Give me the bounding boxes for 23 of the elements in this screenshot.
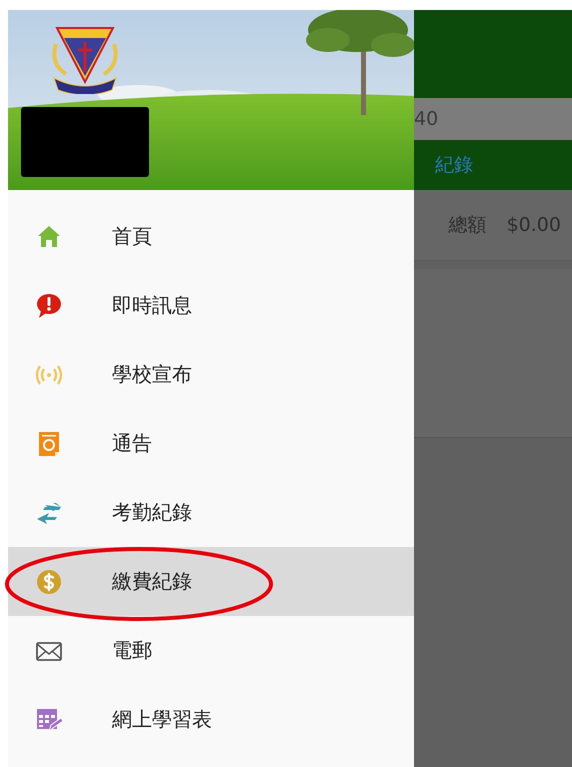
menu-label: 網上學習表 (112, 706, 212, 733)
menu-item[interactable]: 學校宣布 (8, 340, 414, 409)
menu-label: 繳費紀錄 (112, 568, 192, 595)
menu-label: 通告 (112, 430, 152, 457)
alert-bubble-icon (35, 292, 63, 320)
menu-item[interactable]: 即時訊息 (8, 271, 414, 340)
dollar-coin-icon (35, 568, 63, 596)
total-label: 總額 (448, 213, 487, 238)
total-value: $0.00 (506, 214, 561, 236)
menu-item[interactable]: 繳費紀錄 (8, 547, 414, 616)
field-value: 40 (414, 108, 438, 130)
menu-item[interactable]: 通告 (8, 409, 414, 478)
menu-label: 考勤紀錄 (112, 499, 192, 526)
section-title: 紀錄 (435, 153, 473, 178)
menu-label: 學校宣布 (112, 361, 192, 388)
menu-item[interactable]: 電郵 (8, 616, 414, 685)
menu-label: 首頁 (112, 223, 152, 250)
menu-label: 即時訊息 (112, 292, 192, 319)
menu-item[interactable]: 考勤紀錄 (8, 478, 414, 547)
crest-logo-icon (52, 24, 118, 94)
menu-item[interactable]: 網上學習表 (8, 685, 414, 754)
menu-item[interactable]: 首頁 (8, 202, 414, 271)
menu-label: 電郵 (112, 637, 152, 664)
